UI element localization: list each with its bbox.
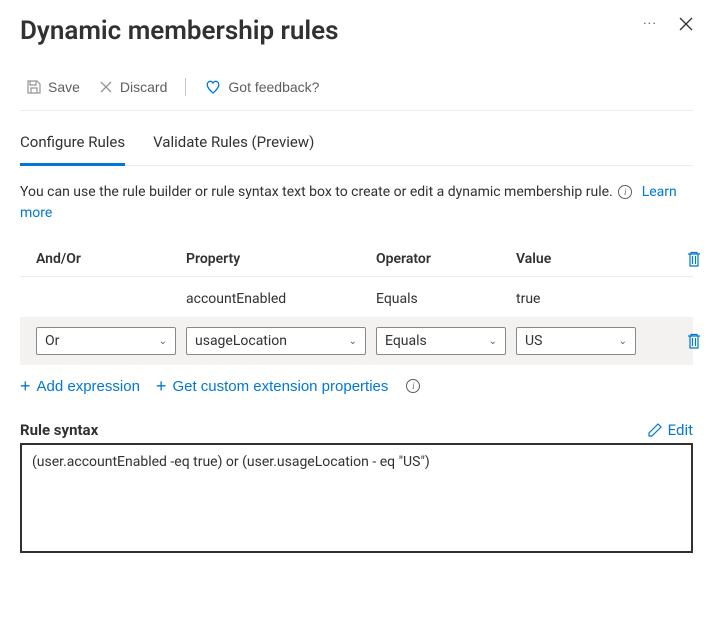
get-custom-ext-label: Get custom extension properties: [172, 378, 388, 395]
col-operator: Operator: [376, 251, 506, 267]
tabs: Configure Rules Validate Rules (Preview): [20, 123, 693, 166]
chevron-down-icon: ⌄: [619, 336, 627, 347]
discard-icon: [98, 79, 114, 95]
save-icon: [26, 79, 42, 95]
feedback-button[interactable]: Got feedback?: [198, 74, 325, 100]
r2-property-select[interactable]: usageLocation ⌄: [186, 327, 366, 355]
r2-andor-value: Or: [45, 333, 59, 349]
r1-value: true: [516, 291, 636, 307]
r1-property: accountEnabled: [186, 291, 366, 307]
col-value: Value: [516, 251, 636, 267]
tab-configure-rules[interactable]: Configure Rules: [20, 123, 125, 166]
toolbar-divider: [185, 78, 186, 96]
add-expression-button[interactable]: + Add expression: [20, 377, 140, 395]
get-custom-ext-button[interactable]: + Get custom extension properties: [156, 377, 388, 395]
chevron-down-icon: ⌄: [159, 336, 167, 347]
edit-label: Edit: [668, 421, 693, 439]
close-icon[interactable]: [679, 17, 693, 31]
r2-property-value: usageLocation: [195, 333, 287, 349]
rule-row-2: Or ⌄ usageLocation ⌄ Equals ⌄ US ⌄: [20, 317, 693, 365]
col-property: Property: [186, 251, 366, 267]
save-label: Save: [48, 79, 80, 95]
tab-validate-rules[interactable]: Validate Rules (Preview): [153, 123, 314, 166]
toolbar: Save Discard Got feedback?: [20, 66, 693, 111]
trash-icon[interactable]: [686, 250, 702, 268]
r2-delete-button[interactable]: [686, 332, 702, 350]
rule-syntax-label: Rule syntax: [20, 421, 98, 439]
chevron-down-icon: ⌄: [349, 336, 357, 347]
edit-syntax-button[interactable]: Edit: [648, 421, 693, 439]
rule-syntax-textbox[interactable]: (user.accountEnabled -eq true) or (user.…: [20, 443, 693, 553]
r1-operator: Equals: [376, 291, 506, 307]
description-text: You can use the rule builder or rule syn…: [20, 184, 613, 200]
plus-icon: +: [20, 377, 31, 395]
save-button[interactable]: Save: [20, 75, 86, 99]
pencil-icon: [648, 423, 662, 437]
trash-icon: [686, 332, 702, 350]
chevron-down-icon: ⌄: [489, 336, 497, 347]
add-expression-label: Add expression: [37, 378, 140, 395]
info-icon[interactable]: i: [406, 379, 420, 393]
plus-icon: +: [156, 377, 167, 395]
r2-operator-value: Equals: [385, 333, 427, 349]
col-andor: And/Or: [36, 251, 176, 267]
r2-operator-select[interactable]: Equals ⌄: [376, 327, 506, 355]
rules-header-row: And/Or Property Operator Value: [20, 242, 693, 277]
discard-label: Discard: [120, 79, 167, 95]
action-links: + Add expression + Get custom extension …: [20, 365, 693, 395]
rule-row-1: accountEnabled Equals true: [20, 277, 693, 317]
info-icon[interactable]: i: [618, 185, 632, 199]
feedback-label: Got feedback?: [228, 79, 319, 95]
rules-table: And/Or Property Operator Value accountEn…: [20, 242, 693, 365]
r2-value-select[interactable]: US ⌄: [516, 327, 636, 355]
page-title: Dynamic membership rules: [20, 16, 339, 46]
description: You can use the rule builder or rule syn…: [20, 182, 693, 224]
more-actions-button[interactable]: ···: [639, 16, 661, 32]
r2-andor-select[interactable]: Or ⌄: [36, 327, 176, 355]
col-delete: [686, 250, 702, 268]
heart-icon: [204, 78, 222, 96]
r2-value-value: US: [525, 333, 542, 349]
discard-button[interactable]: Discard: [92, 75, 173, 99]
